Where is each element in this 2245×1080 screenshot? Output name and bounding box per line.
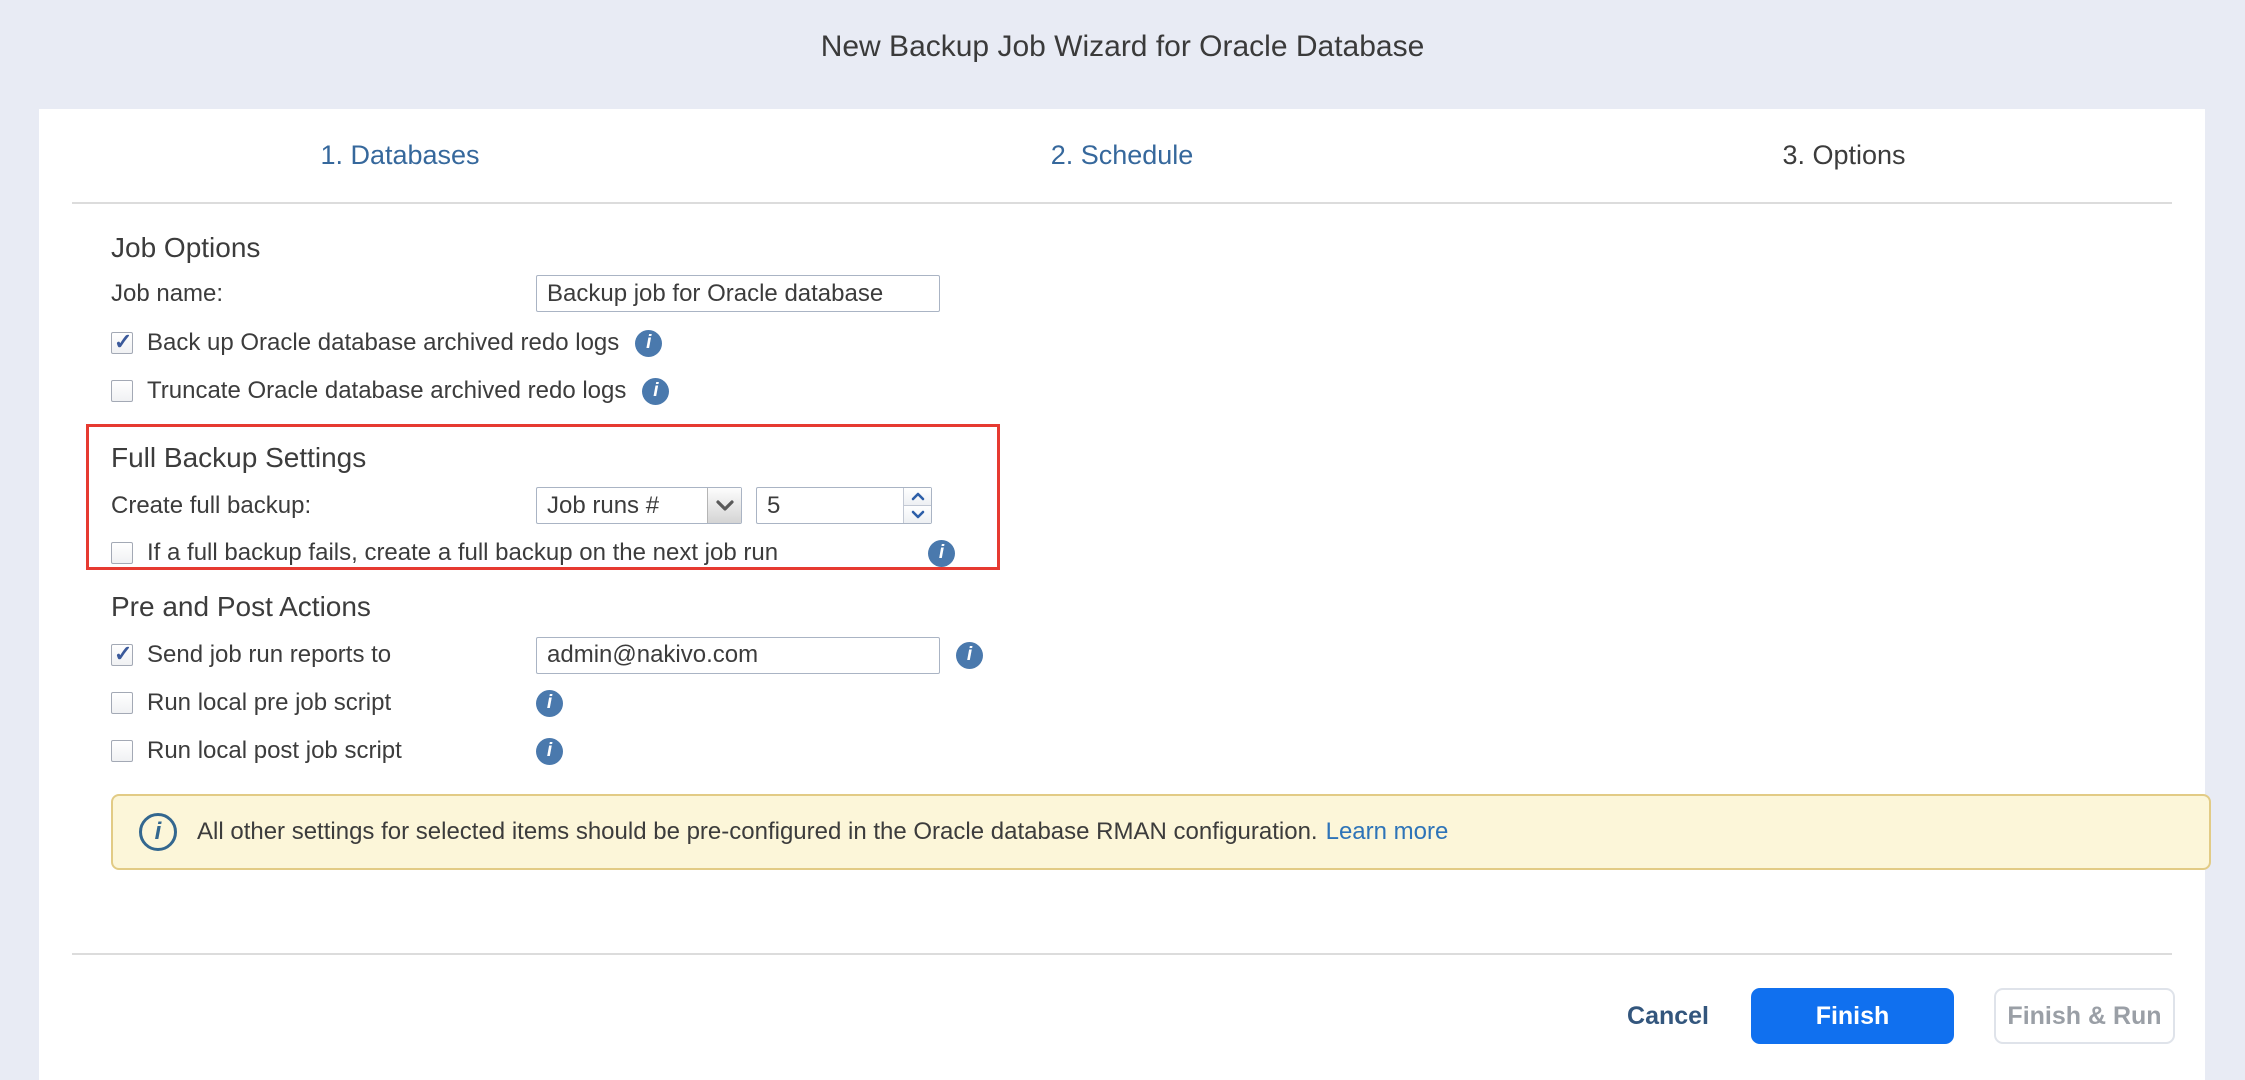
full-backup-mode-select[interactable]: Job runs # [536, 487, 742, 524]
job-runs-spinner [756, 487, 932, 524]
job-name-input[interactable] [536, 275, 940, 312]
create-full-backup-row: Create full backup: Job runs # [111, 487, 997, 524]
full-backup-fail-row: If a full backup fails, create a full ba… [111, 536, 977, 570]
spinner-up-icon[interactable] [904, 488, 931, 506]
info-icon[interactable]: i [536, 738, 563, 765]
rman-info-banner: i All other settings for selected items … [111, 794, 2211, 870]
truncate-redo-logs-checkbox[interactable] [111, 380, 133, 402]
chevron-down-icon[interactable] [707, 488, 741, 523]
footer-divider [72, 953, 2172, 955]
footer-actions: Cancel Finish Finish & Run [1625, 988, 2175, 1044]
full-backup-settings-highlight: Full Backup Settings Create full backup:… [86, 424, 1000, 570]
job-runs-input[interactable] [757, 488, 903, 523]
learn-more-link[interactable]: Learn more [1326, 818, 1449, 846]
info-icon[interactable]: i [956, 642, 983, 669]
tab-options[interactable]: 3. Options [1483, 140, 2205, 171]
pre-script-checkbox[interactable] [111, 692, 133, 714]
report-email-input[interactable] [536, 637, 940, 674]
full-backup-settings-heading: Full Backup Settings [111, 441, 997, 475]
wizard-dialog: 1. Databases 2. Schedule 3. Options Job … [39, 109, 2205, 1080]
pre-script-row: Run local pre job script i [111, 686, 2211, 720]
backup-redo-logs-checkbox[interactable] [111, 332, 133, 354]
info-icon[interactable]: i [928, 540, 955, 567]
send-reports-label: Send job run reports to [147, 641, 391, 669]
tab-schedule[interactable]: 2. Schedule [761, 140, 1483, 171]
tab-databases[interactable]: 1. Databases [39, 140, 761, 171]
post-script-checkbox[interactable] [111, 740, 133, 762]
pre-post-actions-heading: Pre and Post Actions [111, 590, 2211, 624]
info-icon[interactable]: i [635, 330, 662, 357]
send-reports-label-group: Send job run reports to [111, 641, 536, 669]
info-icon[interactable]: i [536, 690, 563, 717]
create-full-backup-label: Create full backup: [111, 492, 536, 520]
pre-script-label-group: Run local pre job script [111, 689, 536, 717]
wizard-steps: 1. Databases 2. Schedule 3. Options [39, 109, 2205, 202]
pre-script-label: Run local pre job script [147, 689, 391, 717]
banner-text: All other settings for selected items sh… [197, 818, 1318, 846]
options-form: Job Options Job name: Back up Oracle dat… [111, 204, 2211, 870]
spinner-buttons [903, 488, 931, 523]
full-backup-fail-label: If a full backup fails, create a full ba… [147, 539, 778, 567]
backup-redo-logs-row: Back up Oracle database archived redo lo… [111, 326, 2211, 360]
spinner-down-icon[interactable] [904, 506, 931, 523]
post-script-row: Run local post job script i [111, 734, 2211, 768]
send-reports-checkbox[interactable] [111, 644, 133, 666]
page-title: New Backup Job Wizard for Oracle Databas… [0, 30, 2245, 64]
send-reports-row: Send job run reports to i [111, 638, 2211, 672]
truncate-redo-logs-row: Truncate Oracle database archived redo l… [111, 374, 2211, 408]
post-script-label: Run local post job script [147, 737, 402, 765]
finish-and-run-button[interactable]: Finish & Run [1994, 988, 2175, 1044]
job-options-heading: Job Options [111, 231, 2211, 265]
cancel-button[interactable]: Cancel [1625, 1002, 1711, 1031]
job-name-row: Job name: [111, 275, 2211, 312]
backup-redo-logs-label: Back up Oracle database archived redo lo… [147, 329, 619, 357]
full-backup-fail-checkbox[interactable] [111, 542, 133, 564]
post-script-label-group: Run local post job script [111, 737, 536, 765]
info-icon[interactable]: i [642, 378, 669, 405]
info-outline-icon: i [139, 813, 177, 851]
job-name-label: Job name: [111, 280, 536, 308]
truncate-redo-logs-label: Truncate Oracle database archived redo l… [147, 377, 626, 405]
full-backup-mode-value: Job runs # [537, 492, 707, 520]
finish-button[interactable]: Finish [1751, 988, 1954, 1044]
